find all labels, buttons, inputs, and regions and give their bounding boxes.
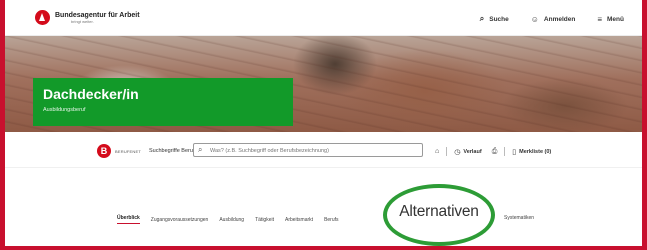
page-subtitle: Ausbildungsberuf [43, 107, 86, 113]
search-field[interactable]: ⌕ [193, 143, 423, 157]
page-title: Dachdecker/in [43, 86, 139, 102]
brand-title: Bundesagentur für Arbeit [55, 11, 140, 19]
ba-logo-icon [35, 10, 50, 25]
nav-menu-label: Menü [607, 15, 624, 23]
search-icon: ⌕ [479, 14, 485, 23]
divider [504, 147, 506, 156]
search-tools: ⌂ ◷ Verlauf ⎙ ▯ Merkliste (0) [435, 147, 561, 156]
berufenet-search-bar: B BERUFENET Suchbegriffe Beruf ⌕ ⌂ ◷ Ver… [5, 132, 642, 168]
content-tabs: Überblick Zugangsvoraussetzungen Ausbild… [117, 215, 534, 224]
site-header: Bundesagentur für Arbeit bringt weiter. … [5, 0, 642, 36]
ba-logo[interactable]: Bundesagentur für Arbeit bringt weiter. [35, 10, 140, 25]
berufenet-logo-text: BERUFENET [115, 148, 142, 154]
history-icon[interactable]: ◷ [454, 148, 460, 156]
menu-icon: ≡ [597, 14, 603, 24]
watchlist-button[interactable]: Merkliste (0) [519, 149, 551, 155]
brand-tagline: bringt weiter. [71, 18, 94, 24]
bookmark-icon[interactable]: ▯ [512, 148, 516, 156]
nav-login-label: Anmelden [543, 15, 576, 23]
search-label: Suchbegriffe Beruf [149, 148, 195, 154]
hero-title-box: Dachdecker/in Ausbildungsberuf [33, 78, 293, 126]
search-field-icon: ⌕ [198, 145, 203, 154]
nav-menu-button[interactable]: ≡ Menü [597, 15, 624, 24]
alternativen-tab-highlight[interactable]: Alternativen [383, 184, 495, 246]
tab-arbeitsmarkt[interactable]: Arbeitsmarkt [285, 217, 313, 223]
nav-search-button[interactable]: ⌕ Suche [480, 14, 509, 24]
nav-login-button[interactable]: ☺ Anmelden [531, 15, 576, 24]
tab-systematiken[interactable]: Systematiken [504, 215, 534, 221]
tab-berufs[interactable]: Berufs [324, 217, 338, 223]
history-button[interactable]: Verlauf [463, 149, 481, 155]
search-input[interactable] [210, 146, 415, 155]
tab-zugangsvoraussetzungen[interactable]: Zugangsvoraussetzungen [151, 217, 209, 223]
nav-search-label: Suche [489, 15, 509, 23]
berufenet-logo[interactable]: B BERUFENET [97, 144, 141, 158]
divider [446, 147, 448, 156]
berufenet-logo-icon: B [97, 144, 111, 158]
tab-ueberblick[interactable]: Überblick [117, 215, 140, 224]
top-navigation: ⌕ Suche ☺ Anmelden ≡ Menü [458, 14, 624, 24]
user-icon: ☺ [530, 14, 539, 24]
home-icon[interactable]: ⌂ [435, 148, 439, 155]
tab-ausbildung[interactable]: Ausbildung [219, 217, 244, 223]
tab-alternativen[interactable]: Alternativen [399, 203, 479, 221]
print-icon[interactable]: ⎙ [492, 148, 498, 156]
page-frame: Bundesagentur für Arbeit bringt weiter. … [0, 0, 647, 250]
tab-taetigkeit[interactable]: Tätigkeit [255, 217, 274, 223]
hero-image: Dachdecker/in Ausbildungsberuf [5, 36, 642, 132]
logo-text: Bundesagentur für Arbeit bringt weiter. [55, 12, 140, 24]
